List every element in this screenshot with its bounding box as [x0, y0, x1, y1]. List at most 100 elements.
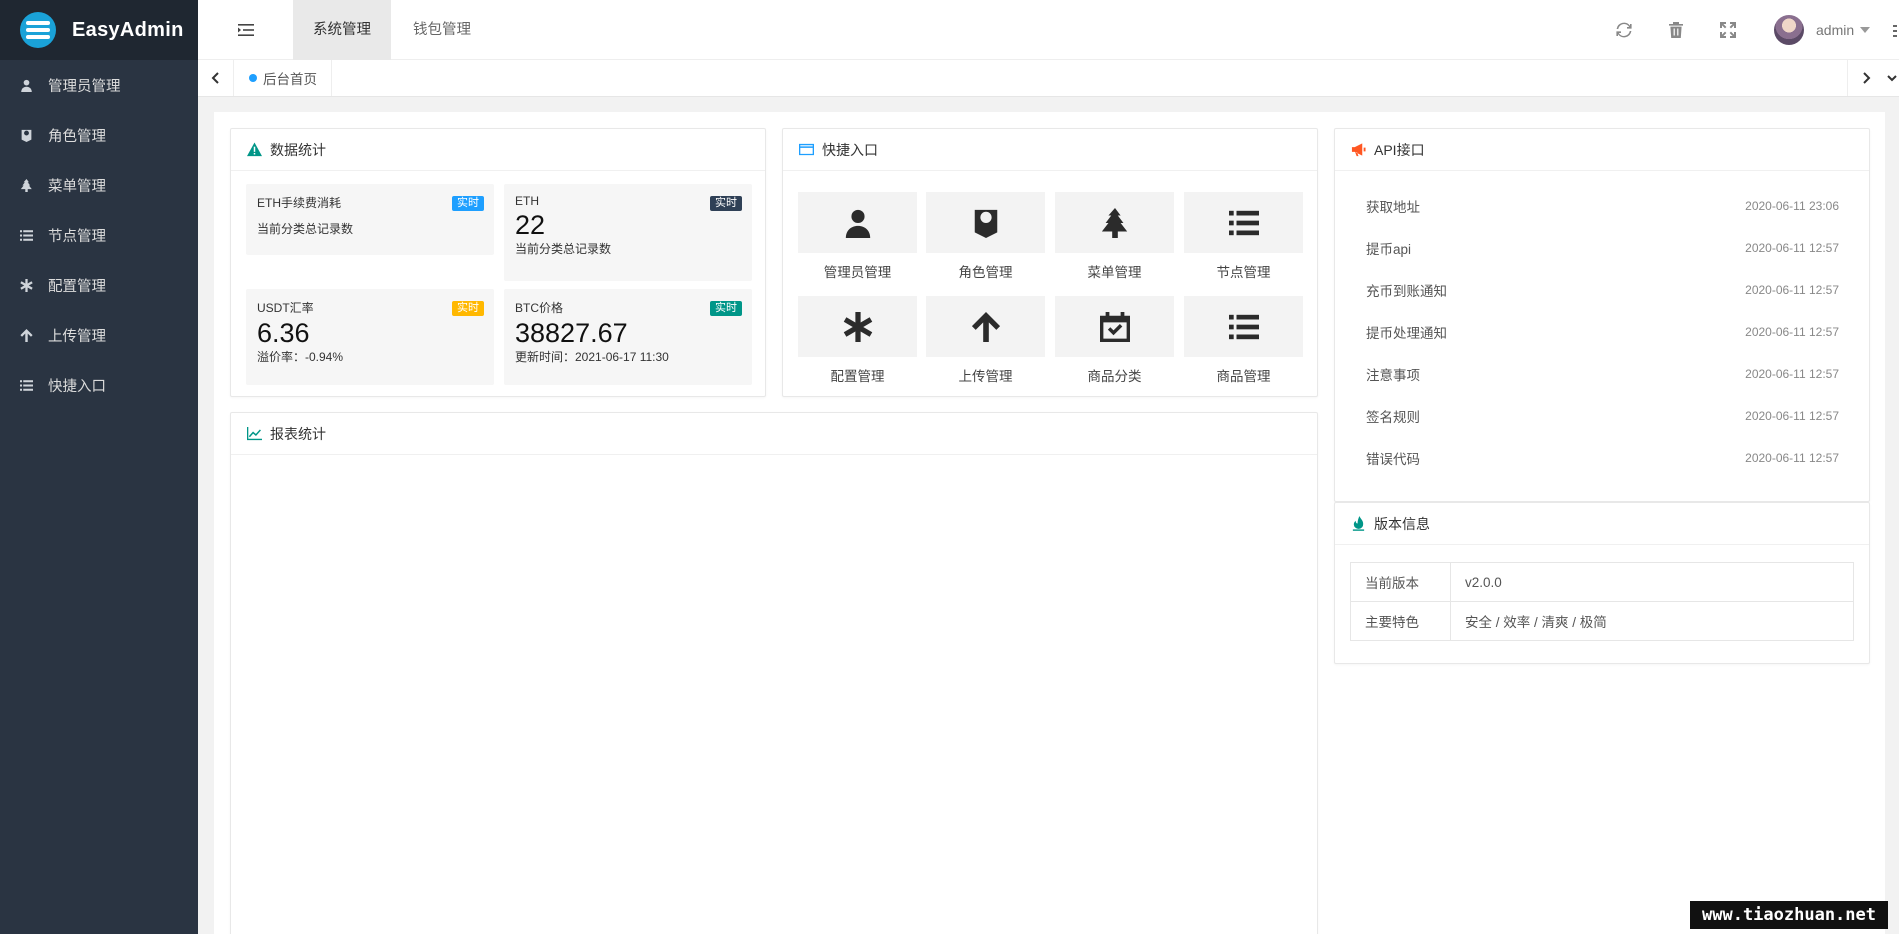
- version-card-header: 版本信息: [1335, 503, 1869, 545]
- api-item-withdraw[interactable]: 提币api 2020-06-11 12:57: [1366, 238, 1839, 258]
- tab-home[interactable]: 后台首页: [235, 60, 332, 96]
- api-item-time: 2020-06-11 12:57: [1745, 409, 1839, 423]
- shortcut-label: 商品管理: [1216, 369, 1271, 384]
- asterisk-icon: [18, 277, 34, 293]
- tab-scroll-left-icon[interactable]: [198, 60, 234, 96]
- shortcut-upload[interactable]: 上传管理: [926, 296, 1045, 385]
- api-item-withdraw-notify[interactable]: 提币处理通知 2020-06-11 12:57: [1366, 322, 1839, 342]
- sidebar-item-admin[interactable]: 管理员管理: [0, 60, 198, 110]
- stat-title: BTC价格: [515, 301, 564, 315]
- tab-wallet-management[interactable]: 钱包管理: [393, 0, 491, 60]
- realtime-badge: 实时: [710, 196, 742, 211]
- table-row: 当前版本 v2.0.0: [1350, 562, 1854, 602]
- stat-eth: ETH 实时 22 当前分类总记录数: [504, 184, 752, 281]
- tab-scroll-right-icon[interactable]: [1847, 60, 1883, 96]
- tab-options-chevron-icon[interactable]: [1884, 60, 1899, 96]
- api-item-get-address[interactable]: 获取地址 2020-06-11 23:06: [1366, 196, 1839, 216]
- chevron-down-icon: [1860, 27, 1871, 33]
- role-icon: [18, 127, 34, 143]
- user-icon: [18, 77, 34, 93]
- stat-value: 38827.67: [515, 318, 628, 348]
- sidebar-item-label: 管理员管理: [48, 78, 121, 95]
- role-icon: [971, 208, 1001, 238]
- active-dot: [249, 74, 257, 82]
- tab-home-label: 后台首页: [263, 72, 317, 87]
- api-item-signature[interactable]: 签名规则 2020-06-11 12:57: [1366, 406, 1839, 426]
- sidebar-item-config[interactable]: 配置管理: [0, 260, 198, 310]
- main-content: 数据统计 ETH手续费消耗 实时 当前分类总记录数 ETH 实时 22 当前分类…: [214, 112, 1885, 934]
- sidebar-item-label: 快捷入口: [48, 378, 106, 395]
- shortcut-product-management[interactable]: 商品管理: [1184, 296, 1303, 385]
- refresh-icon[interactable]: [1616, 22, 1632, 38]
- shortcut-menu[interactable]: 菜单管理: [1055, 192, 1174, 281]
- version-key: 当前版本: [1350, 562, 1451, 602]
- stat-value: 6.36: [257, 318, 310, 348]
- logo[interactable]: EasyAdmin: [0, 0, 198, 60]
- api-item-time: 2020-06-11 12:57: [1745, 451, 1839, 465]
- stats-card-header: 数据统计: [231, 129, 765, 171]
- user-menu[interactable]: admin: [1774, 14, 1871, 46]
- api-item-time: 2020-06-11 12:57: [1745, 241, 1839, 255]
- api-item-notes[interactable]: 注意事项 2020-06-11 12:57: [1366, 364, 1839, 384]
- api-item-error-codes[interactable]: 错误代码 2020-06-11 12:57: [1366, 448, 1839, 468]
- stats-card: 数据统计 ETH手续费消耗 实时 当前分类总记录数 ETH 实时 22 当前分类…: [230, 128, 766, 397]
- shortcut-node[interactable]: 节点管理: [1184, 192, 1303, 281]
- shortcuts-card-header: 快捷入口: [783, 129, 1317, 171]
- stat-desc: 当前分类总记录数: [515, 242, 612, 256]
- stat-title: USDT汇率: [257, 301, 314, 315]
- tree-icon: [18, 177, 34, 193]
- shortcut-admin[interactable]: 管理员管理: [798, 192, 917, 281]
- stat-desc: 溢价率：-0.94%: [257, 350, 344, 364]
- shortcut-product-category[interactable]: 商品分类: [1055, 296, 1174, 385]
- tree-icon: [1100, 208, 1130, 238]
- realtime-badge: 实时: [710, 301, 742, 316]
- api-item-time: 2020-06-11 12:57: [1745, 325, 1839, 339]
- shortcut-label: 配置管理: [830, 369, 885, 384]
- version-card: 版本信息 当前版本 v2.0.0 主要特色 安全 / 效率 / 清爽 / 极简: [1334, 502, 1870, 664]
- arrow-up-icon: [971, 312, 1001, 342]
- version-value: v2.0.0: [1450, 562, 1854, 602]
- top-header: 系统管理 钱包管理 admin: [198, 0, 1899, 60]
- sidebar-menu: 管理员管理 角色管理 菜单管理 节点管理 配置管理 上传管理 快捷入口: [0, 60, 198, 410]
- shortcuts-card: 快捷入口 管理员管理 角色管理 菜单管理 节点管理 配置管理 上传管理 商品分类…: [782, 128, 1318, 397]
- api-item-deposit-notify[interactable]: 充币到账通知 2020-06-11 12:57: [1366, 280, 1839, 300]
- report-title: 报表统计: [270, 425, 326, 442]
- version-value: 安全 / 效率 / 清爽 / 极简: [1450, 601, 1854, 641]
- sidebar-item-shortcut[interactable]: 快捷入口: [0, 360, 198, 410]
- menu-toggle-icon[interactable]: [238, 22, 254, 38]
- sidebar-item-upload[interactable]: 上传管理: [0, 310, 198, 360]
- version-key: 主要特色: [1350, 601, 1451, 641]
- shortcuts-title: 快捷入口: [822, 141, 878, 158]
- stat-title: ETH: [515, 194, 539, 208]
- stat-desc: 当前分类总记录数: [257, 222, 354, 236]
- line-chart-icon: [246, 426, 262, 442]
- calendar-check-icon: [1100, 312, 1130, 342]
- more-vertical-icon[interactable]: [1893, 24, 1897, 37]
- sidebar-item-menu[interactable]: 菜单管理: [0, 160, 198, 210]
- shortcut-label: 管理员管理: [823, 265, 892, 280]
- sidebar-item-label: 上传管理: [48, 328, 106, 345]
- list-icon: [1229, 208, 1259, 238]
- sidebar-item-node[interactable]: 节点管理: [0, 210, 198, 260]
- user-icon: [843, 208, 873, 238]
- shortcut-config[interactable]: 配置管理: [798, 296, 917, 385]
- logo-icon: [20, 12, 56, 48]
- username: admin: [1816, 22, 1855, 38]
- sidebar-item-label: 菜单管理: [48, 178, 106, 195]
- stat-value: 22: [515, 210, 546, 240]
- api-item-name: 错误代码: [1366, 452, 1420, 467]
- version-title: 版本信息: [1374, 515, 1430, 532]
- arrow-up-icon: [18, 327, 34, 343]
- stat-eth-fee: ETH手续费消耗 实时 当前分类总记录数: [246, 184, 494, 255]
- sidebar-item-label: 配置管理: [48, 278, 106, 295]
- megaphone-icon: [1350, 142, 1366, 158]
- api-item-name: 注意事项: [1366, 368, 1420, 383]
- tab-system-management[interactable]: 系统管理: [293, 0, 391, 60]
- shortcut-label: 节点管理: [1216, 265, 1271, 280]
- trash-icon[interactable]: [1668, 22, 1684, 38]
- shortcut-label: 菜单管理: [1087, 265, 1142, 280]
- fullscreen-icon[interactable]: [1720, 22, 1736, 38]
- api-card-header: API接口: [1335, 129, 1869, 171]
- sidebar-item-role[interactable]: 角色管理: [0, 110, 198, 160]
- shortcut-role[interactable]: 角色管理: [926, 192, 1045, 281]
